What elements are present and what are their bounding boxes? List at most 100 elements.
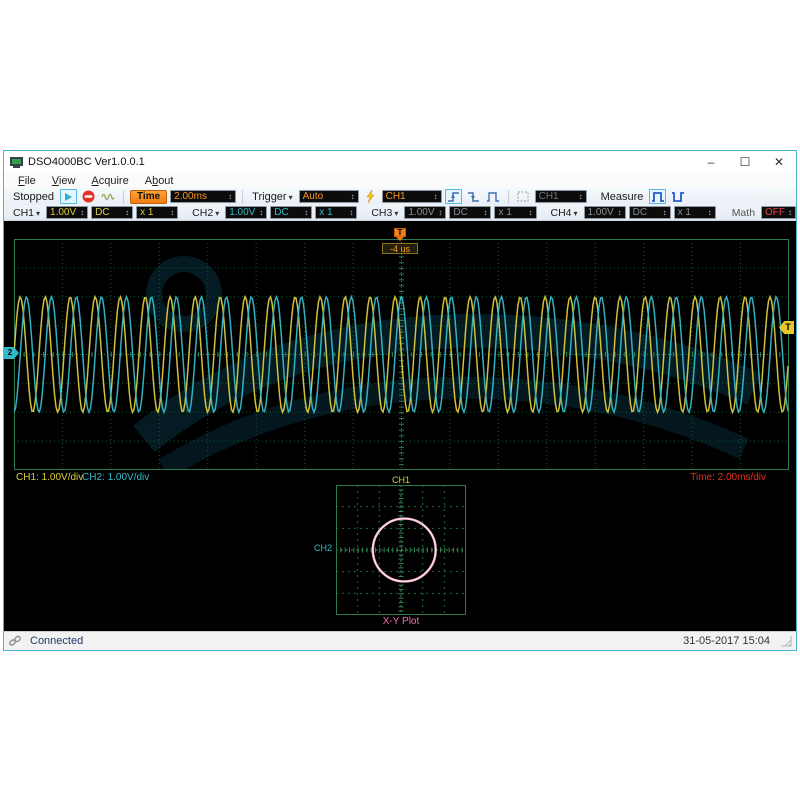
window-title: DSO4000BC Ver1.0.0.1: [28, 156, 694, 168]
link-icon: [8, 635, 22, 647]
ch4-probe-select[interactable]: x 1 ↕: [674, 206, 716, 219]
stop-icon: [82, 190, 95, 203]
ch2-label[interactable]: CH2▾: [189, 207, 222, 219]
app-window: DSO4000BC Ver1.0.0.1 – ☐ ✕ FileViewAcqui…: [3, 150, 797, 651]
trigger-source-select[interactable]: CH1 ↕: [382, 190, 442, 203]
menu-item-about[interactable]: About: [137, 175, 182, 187]
updown-arrow-icon: ↕: [351, 192, 355, 201]
ch2-volts-value: 1.00V: [229, 207, 255, 218]
toolbar-separator: [508, 190, 509, 203]
math-select[interactable]: OFF↕: [761, 206, 796, 219]
pulse-trigger-button[interactable]: [485, 189, 502, 204]
ch3-coupling-select[interactable]: DC ↕: [449, 206, 491, 219]
title-bar[interactable]: DSO4000BC Ver1.0.0.1 – ☐ ✕: [4, 151, 796, 173]
trigger-source-value: CH1: [386, 191, 406, 202]
trigger-flag-letter: T: [394, 228, 406, 237]
wave-icon: [101, 192, 115, 202]
ch4-coupling-select[interactable]: DC ↕: [629, 206, 671, 219]
menu-item-view[interactable]: View: [44, 175, 84, 187]
xy-plot[interactable]: [336, 485, 466, 615]
ch1-label[interactable]: CH1▾: [10, 207, 43, 219]
chevron-down-icon: ▾: [215, 209, 219, 218]
ext-trigger-source-select[interactable]: CH1 ↕: [535, 190, 587, 203]
updown-arrow-icon: ↕: [349, 208, 353, 217]
ch3-volts-select[interactable]: 1.00V ↕: [404, 206, 446, 219]
ch2-coupling-select[interactable]: DC↕: [270, 206, 312, 219]
falling-edge-button[interactable]: [465, 189, 482, 204]
trigger-offset-badge: -4 us: [382, 243, 418, 254]
measure-pos-pulse-button[interactable]: [649, 189, 666, 204]
measure-neg-pulse-icon: [671, 191, 685, 203]
channel-toolbar: CH1▾ 1.00V ↕ DC ↕ x 1 ↕ CH2▾ 1.00V ↕ DC ↕ x 1…: [4, 205, 796, 221]
window-trigger-icon: [517, 191, 529, 202]
ch1-coupling-select[interactable]: DC↕: [91, 206, 133, 219]
toolbar-separator: [123, 190, 124, 203]
force-trigger-button[interactable]: [362, 189, 379, 204]
ch4-probe-value: x 1: [678, 207, 691, 218]
updown-arrow-icon: ↕: [228, 192, 232, 201]
timebase-readout: Time: 2.00ms/div: [690, 472, 766, 483]
ch3-probe-value: x 1: [498, 207, 511, 218]
ch2-probe-value: x 1: [319, 207, 332, 218]
ext-trigger-source-value: CH1: [539, 191, 559, 202]
updown-arrow-icon: ↕: [663, 208, 667, 217]
falling-edge-icon: [467, 191, 480, 203]
ch2-readout: CH2: 1.00V/div: [82, 472, 149, 483]
trigger-mode-select[interactable]: Auto ↕: [299, 190, 359, 203]
ch3-label[interactable]: CH3▾: [368, 207, 401, 219]
lightning-icon: [366, 190, 375, 203]
play-button[interactable]: [60, 189, 77, 204]
pulse-icon: [486, 191, 500, 203]
trigger-flag-tip: [396, 237, 404, 241]
updown-arrow-icon: ↕: [618, 208, 622, 217]
ch4-label[interactable]: CH4▾: [548, 207, 581, 219]
ch3-probe-select[interactable]: x 1↕: [494, 206, 536, 219]
xy-y-axis-label: CH2: [304, 543, 332, 553]
updown-arrow-icon: ↕: [788, 208, 792, 217]
ch2-probe-select[interactable]: x 1 ↕: [315, 206, 357, 219]
connection-status: Connected: [30, 635, 683, 647]
main-toolbar: Stopped Time 2.00ms ↕ Trigger▾ Auto ↕: [4, 188, 796, 205]
maximize-button[interactable]: ☐: [728, 151, 762, 173]
ch4-coupling-value: DC: [633, 207, 647, 218]
trigger-position-marker[interactable]: T: [394, 228, 406, 241]
updown-arrow-icon: ↕: [579, 192, 583, 201]
ext-trigger-window-button[interactable]: [515, 189, 532, 204]
single-wave-button[interactable]: [100, 189, 117, 204]
rising-edge-button[interactable]: [445, 189, 462, 204]
updown-arrow-icon: ↕: [125, 208, 129, 217]
updown-arrow-icon: ↕: [483, 208, 487, 217]
chevron-down-icon: ▾: [394, 209, 398, 218]
time-button[interactable]: Time: [130, 190, 167, 204]
updown-arrow-icon: ↕: [434, 192, 438, 201]
updown-arrow-icon: ↕: [438, 208, 442, 217]
updown-arrow-icon: ↕: [708, 208, 712, 217]
menu-bar: FileViewAcquireAbout: [4, 173, 796, 188]
measure-neg-pulse-button[interactable]: [669, 189, 686, 204]
stop-button[interactable]: [80, 189, 97, 204]
resize-grip[interactable]: [780, 635, 792, 647]
app-icon: [10, 157, 23, 168]
waveform-plot[interactable]: [14, 239, 789, 470]
menu-item-file[interactable]: File: [10, 175, 44, 187]
trigger-label: Trigger▾: [249, 191, 295, 203]
ch2-volts-select[interactable]: 1.00V↕: [225, 206, 267, 219]
scope-display: T -4 us T 2 CH1: 1.00V/div CH2: 1.00V/di…: [4, 221, 796, 631]
ch1-probe-value: x 1: [140, 207, 153, 218]
xy-plot-title: X-Y Plot: [336, 616, 466, 627]
chevron-down-icon: ▾: [36, 209, 40, 218]
ch3-volts-value: 1.00V: [408, 207, 434, 218]
close-button[interactable]: ✕: [762, 151, 796, 173]
minimize-button[interactable]: –: [694, 151, 728, 173]
ch3-coupling-value: DC: [453, 207, 467, 218]
menu-item-acquire[interactable]: Acquire: [83, 175, 136, 187]
ch4-volts-select[interactable]: 1.00V↕: [584, 206, 626, 219]
math-label: Math: [729, 207, 758, 219]
timebase-value: 2.00ms: [174, 191, 207, 202]
ch1-readout: CH1: 1.00V/div: [16, 472, 83, 483]
xy-x-axis-label: CH1: [336, 475, 466, 485]
ch1-probe-select[interactable]: x 1↕: [136, 206, 178, 219]
updown-arrow-icon: ↕: [80, 208, 84, 217]
ch1-volts-select[interactable]: 1.00V↕: [46, 206, 88, 219]
timebase-select[interactable]: 2.00ms ↕: [170, 190, 236, 203]
